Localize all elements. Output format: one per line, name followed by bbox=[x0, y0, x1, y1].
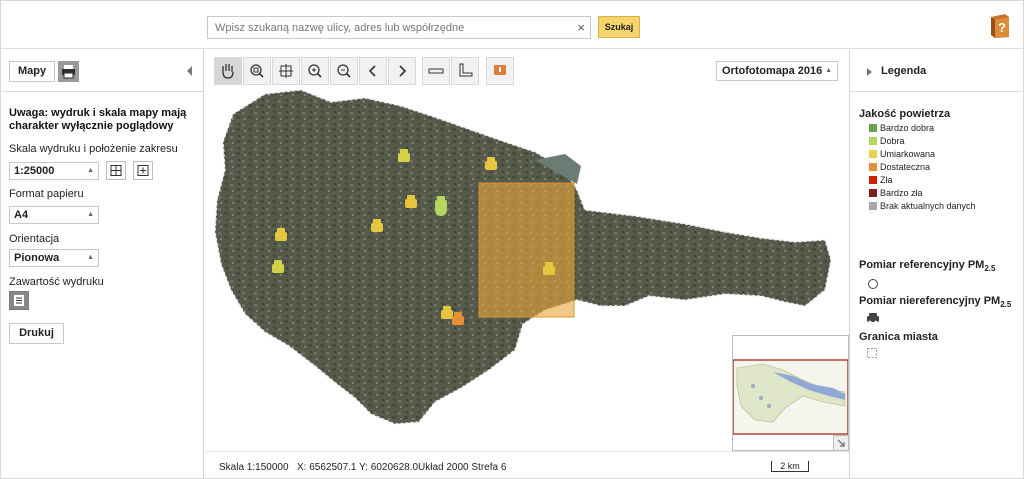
orientation-select[interactable]: Pionowa ▲ bbox=[9, 249, 99, 267]
tab-print[interactable] bbox=[58, 61, 79, 82]
legend-swatch bbox=[869, 189, 877, 197]
boundary-icon bbox=[867, 348, 877, 358]
overview-map-canvas bbox=[732, 336, 849, 450]
legend-swatch bbox=[869, 150, 877, 158]
legend-swatch bbox=[869, 163, 877, 171]
reference-station-icon bbox=[868, 279, 878, 289]
legend-label: Dobra bbox=[880, 136, 905, 146]
expand-legend-icon[interactable] bbox=[867, 68, 872, 76]
nonreference-measurement-title: Pomiar niereferencyjny PM2.5 bbox=[859, 295, 1012, 310]
map-toolbar bbox=[214, 57, 536, 88]
print-content-button[interactable] bbox=[9, 291, 29, 310]
zoom-in-button[interactable] bbox=[301, 57, 329, 85]
select-arrows-icon: ▲ bbox=[87, 211, 94, 218]
overview-toggle-icon[interactable] bbox=[833, 435, 848, 450]
city-boundary-title: Granica miasta bbox=[859, 331, 938, 343]
crs-readout: Układ 2000 Strefa 6 bbox=[418, 462, 507, 473]
list-icon bbox=[14, 295, 24, 306]
zoom-out-icon bbox=[337, 64, 351, 78]
legend-label: Zła bbox=[880, 175, 893, 185]
search-input[interactable] bbox=[208, 17, 568, 38]
scale-label: Skala wydruku i położenie zakresu bbox=[9, 143, 178, 155]
legend-label: Brak aktualnych danych bbox=[880, 201, 976, 211]
basemap-select[interactable]: Ortofotomapa 2016 ▲ bbox=[716, 61, 838, 81]
legend-header: Legenda bbox=[850, 50, 1023, 92]
top-bar: × Szukaj ? bbox=[1, 1, 1023, 49]
legend-swatch bbox=[869, 202, 877, 210]
car-sensor-icon bbox=[867, 313, 879, 324]
legend-swatch bbox=[869, 137, 877, 145]
scale-bar: 2 km bbox=[771, 461, 809, 472]
scale-select[interactable]: 1:25000 ▲ bbox=[9, 162, 99, 180]
full-extent-button[interactable] bbox=[272, 57, 300, 85]
scale-readout: Skala 1:150000 bbox=[219, 462, 289, 473]
ruler-icon bbox=[428, 68, 444, 74]
legend-label: Bardzo dobra bbox=[880, 123, 935, 133]
print-extent-box[interactable] bbox=[478, 182, 575, 318]
zoom-box-button[interactable] bbox=[243, 57, 271, 85]
svg-text:?: ? bbox=[998, 20, 1006, 35]
search-box: × bbox=[207, 16, 591, 39]
select-arrows-icon: ▲ bbox=[87, 167, 94, 174]
collapse-panel-icon[interactable] bbox=[187, 66, 192, 76]
reference-measurement-title: Pomiar referencyjny PM2.5 bbox=[859, 259, 996, 274]
legend-swatch bbox=[869, 124, 877, 132]
clear-search-icon[interactable]: × bbox=[577, 20, 585, 35]
basemap-value: Ortofotomapa 2016 bbox=[722, 65, 823, 77]
info-button[interactable] bbox=[486, 57, 514, 85]
chevron-left-icon bbox=[368, 65, 376, 77]
air-quality-title: Jakość powietrza bbox=[859, 108, 951, 120]
legend-label: Dostateczna bbox=[880, 162, 931, 172]
zoom-out-button[interactable] bbox=[330, 57, 358, 85]
map-view[interactable]: Ortofotomapa 2016 ▲ bbox=[205, 50, 849, 451]
print-warning: Uwaga: wydruk i skala mapy mają charakte… bbox=[9, 107, 187, 132]
legend-panel: Legenda Jakość powietrza Bardzo dobra Dob… bbox=[849, 50, 1023, 478]
legend-swatch bbox=[869, 176, 877, 184]
chevron-right-icon bbox=[399, 65, 407, 77]
area-ruler-icon bbox=[459, 63, 473, 77]
zoom-box-icon bbox=[250, 64, 264, 78]
next-view-button[interactable] bbox=[388, 57, 416, 85]
measure-area-button[interactable] bbox=[451, 57, 479, 85]
print-panel: Mapy Uwaga: wydruk i skala mapy mają cha… bbox=[1, 50, 204, 478]
status-bar: Skala 1:150000 X: 6562507.1 Y: 6020628.0… bbox=[205, 451, 849, 478]
paper-label: Format papieru bbox=[9, 188, 84, 200]
content-label: Zawartość wydruku bbox=[9, 276, 104, 288]
info-icon bbox=[494, 65, 506, 75]
previous-view-button[interactable] bbox=[359, 57, 387, 85]
legend-label: Bardzo zła bbox=[880, 188, 923, 198]
select-arrows-icon: ▲ bbox=[87, 254, 94, 261]
place-extent-button[interactable] bbox=[133, 161, 153, 180]
pan-icon bbox=[222, 64, 234, 79]
paper-select[interactable]: A4 ▲ bbox=[9, 206, 99, 224]
full-extent-icon bbox=[279, 64, 293, 78]
move-extent-icon bbox=[137, 165, 149, 176]
pan-button[interactable] bbox=[214, 57, 242, 85]
printer-icon bbox=[62, 65, 75, 79]
grid-icon bbox=[110, 165, 122, 176]
grid-extent-button[interactable] bbox=[106, 161, 126, 180]
overview-map[interactable] bbox=[732, 335, 849, 451]
tab-maps[interactable]: Mapy bbox=[9, 61, 55, 82]
scale-value: 1:25000 bbox=[14, 165, 55, 177]
search-button[interactable]: Szukaj bbox=[598, 16, 640, 38]
zoom-in-icon bbox=[308, 64, 322, 78]
print-button[interactable]: Drukuj bbox=[9, 323, 64, 344]
select-arrows-icon: ▲ bbox=[825, 67, 832, 74]
orientation-value: Pionowa bbox=[14, 252, 60, 264]
legend-label: Umiarkowana bbox=[880, 149, 936, 159]
legend-title[interactable]: Legenda bbox=[881, 65, 926, 77]
paper-value: A4 bbox=[14, 209, 29, 221]
measure-distance-button[interactable] bbox=[422, 57, 450, 85]
orientation-label: Orientacja bbox=[9, 233, 60, 245]
panel-tabs: Mapy bbox=[1, 50, 204, 92]
app-window: × Szukaj ? Mapy Uwaga: wydruk bbox=[0, 0, 1024, 479]
help-book-icon[interactable]: ? bbox=[988, 13, 1012, 39]
reference-station[interactable] bbox=[435, 204, 447, 216]
coords-readout: X: 6562507.1 Y: 6020628.0 bbox=[297, 462, 419, 473]
